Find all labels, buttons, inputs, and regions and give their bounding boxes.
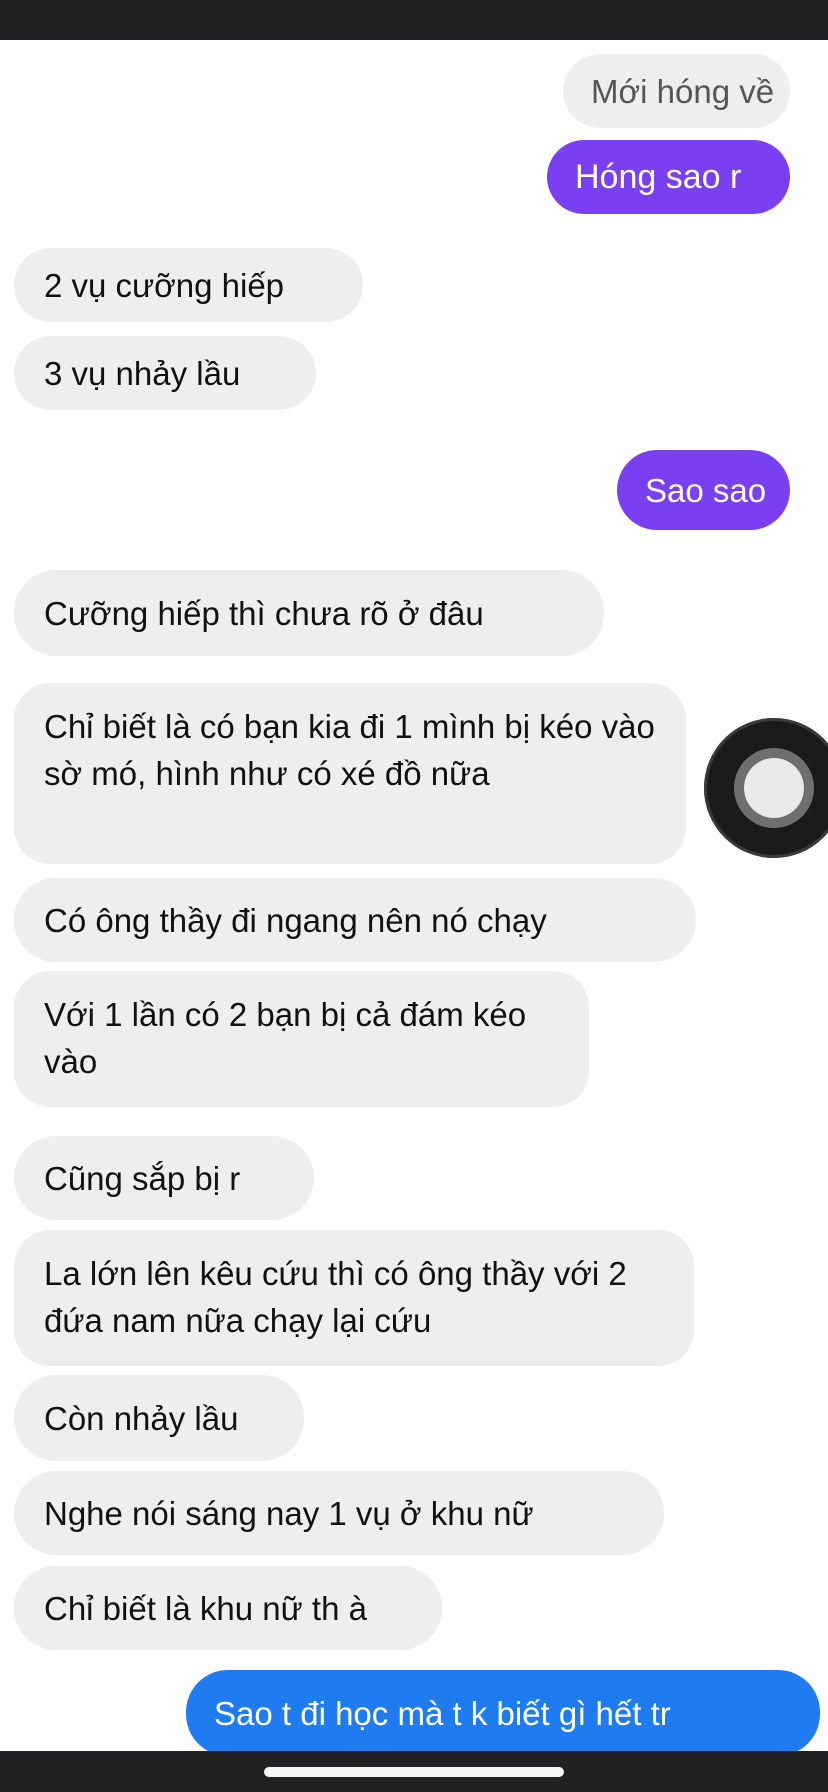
bottom-bar <box>0 1751 828 1792</box>
message-received-5[interactable]: Có ông thầy đi ngang nên nó chạy <box>14 878 696 962</box>
message-sent-1[interactable]: Mới hóng về <box>563 54 790 128</box>
message-received-9[interactable]: Còn nhảy lầu <box>14 1375 304 1461</box>
message-received-3[interactable]: Cưỡng hiếp thì chưa rõ ở đâu <box>14 570 604 656</box>
message-sent-3[interactable]: Sao sao <box>617 450 790 530</box>
message-received-6[interactable]: Với 1 lần có 2 bạn bị cả đám kéo vào <box>14 971 589 1107</box>
message-received-10[interactable]: Nghe nói sáng nay 1 vụ ở khu nữ <box>14 1471 664 1555</box>
status-bar <box>0 0 828 40</box>
message-sent-4[interactable]: Sao t đi học mà t k biết gì hết tr <box>186 1670 820 1751</box>
message-received-8[interactable]: La lớn lên kêu cứu thì có ông thầy với 2… <box>14 1230 694 1366</box>
message-sent-2[interactable]: Hóng sao r <box>547 140 790 214</box>
home-indicator[interactable] <box>264 1767 564 1777</box>
message-received-2[interactable]: 3 vụ nhảy lầu <box>14 336 316 410</box>
message-received-7[interactable]: Cũng sắp bị r <box>14 1136 314 1220</box>
message-thread[interactable]: Mới hóng về Hóng sao r 2 vụ cưỡng hiếp 3… <box>0 40 828 1751</box>
assistive-touch-center <box>744 758 804 818</box>
message-received-4[interactable]: Chỉ biết là có bạn kia đi 1 mình bị kéo … <box>14 683 686 864</box>
message-received-1[interactable]: 2 vụ cưỡng hiếp <box>14 248 363 322</box>
message-received-11[interactable]: Chỉ biết là khu nữ th à <box>14 1566 442 1650</box>
